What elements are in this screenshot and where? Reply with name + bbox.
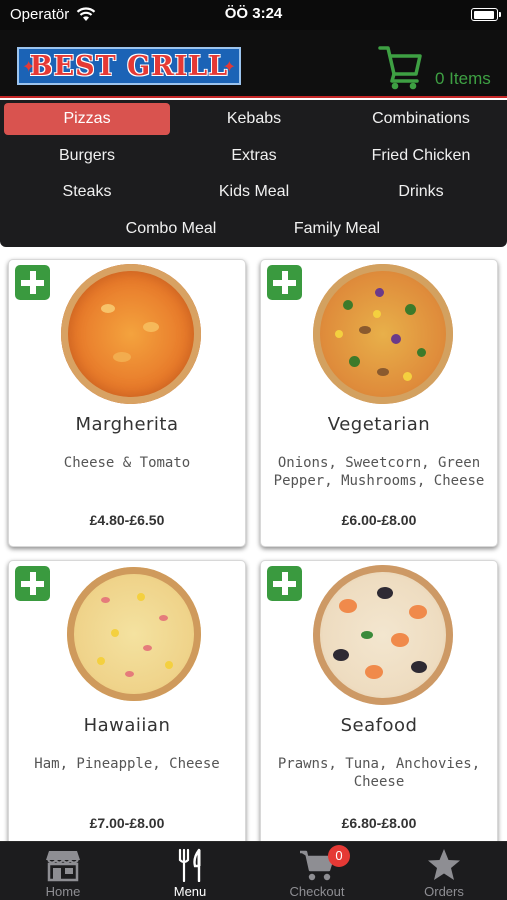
product-price: £7.00-£8.00 (89, 815, 165, 831)
product-description: Prawns, Tuna, Anchovies, Cheese (277, 756, 481, 790)
product-card-margherita[interactable]: Margherita Cheese & Tomato £4.80-£6.50 (8, 259, 246, 547)
header-cart-button[interactable]: 0 Items (378, 44, 498, 90)
tab-label: Home (45, 884, 81, 899)
fork-knife-icon (178, 848, 201, 882)
product-description: Cheese & Tomato (63, 455, 191, 471)
product-description: Ham, Pineapple, Cheese (34, 756, 220, 772)
pizza-margherita-image (61, 264, 201, 404)
product-name: Vegetarian (327, 414, 431, 435)
pizza-seafood-image (313, 565, 453, 705)
battery-icon (471, 8, 501, 21)
category-kebabs[interactable]: Kebabs (171, 103, 337, 135)
tab-home[interactable]: Home (0, 842, 126, 900)
add-plus-icon[interactable] (267, 566, 302, 601)
store-icon (46, 851, 80, 882)
product-card-seafood[interactable]: Seafood Prawns, Tuna, Anchovies, Cheese … (260, 560, 498, 850)
product-name: Seafood (340, 715, 418, 736)
category-family-meal[interactable]: Family Meal (254, 213, 420, 245)
product-card-hawaiian[interactable]: Hawaiian Ham, Pineapple, Cheese £7.00-£8… (8, 560, 246, 850)
tab-checkout[interactable]: 0 Checkout (254, 842, 380, 900)
tab-label: Orders (424, 884, 464, 899)
product-name: Margherita (75, 414, 179, 435)
product-price: £4.80-£6.50 (89, 512, 165, 528)
status-bar: Operatör ÖÖ 3:24 (0, 0, 507, 30)
product-price: £6.00-£8.00 (341, 512, 417, 528)
product-card-vegetarian[interactable]: Vegetarian Onions, Sweetcorn, Green Pepp… (260, 259, 498, 547)
tab-label: Menu (173, 884, 207, 899)
cart-icon (378, 46, 422, 90)
cart-item-count: 0 Items (435, 69, 491, 88)
category-combinations[interactable]: Combinations (338, 103, 504, 135)
add-plus-icon[interactable] (15, 265, 50, 300)
best-grill-logo[interactable]: ✦ BEST GRILL ✦ (17, 47, 241, 85)
product-description: Onions, Sweetcorn, Green Pepper, Mushroo… (273, 455, 485, 489)
app-header: ✦ BEST GRILL ✦ 0 Items (0, 30, 507, 98)
tab-label: Checkout (289, 884, 345, 899)
pizza-hawaiian-image (67, 567, 201, 701)
add-plus-icon[interactable] (15, 566, 50, 601)
pizza-vegetarian-image (313, 264, 453, 404)
product-name: Hawaiian (83, 715, 171, 736)
bottom-tab-bar: Home Menu 0 Checkout Orders (0, 841, 507, 900)
category-drinks[interactable]: Drinks (338, 176, 504, 208)
category-steaks[interactable]: Steaks (4, 176, 170, 208)
logo-star-icon: ✦ (222, 59, 236, 76)
category-pizzas[interactable]: Pizzas (4, 103, 170, 135)
category-extras[interactable]: Extras (171, 140, 337, 172)
category-menu: Pizzas Kebabs Combinations Burgers Extra… (0, 100, 507, 247)
category-fried-chicken[interactable]: Fried Chicken (338, 140, 504, 172)
add-plus-icon[interactable] (267, 265, 302, 300)
category-combo-meal[interactable]: Combo Meal (88, 213, 254, 245)
category-burgers[interactable]: Burgers (4, 140, 170, 172)
product-price: £6.80-£8.00 (341, 815, 417, 831)
tab-orders[interactable]: Orders (381, 842, 507, 900)
logo-text: BEST GRILL (29, 51, 229, 82)
clock: ÖÖ 3:24 (224, 5, 283, 22)
star-icon (428, 849, 460, 880)
tab-menu[interactable]: Menu (127, 842, 253, 900)
checkout-badge: 0 (328, 845, 350, 867)
category-kids-meal[interactable]: Kids Meal (171, 176, 337, 208)
